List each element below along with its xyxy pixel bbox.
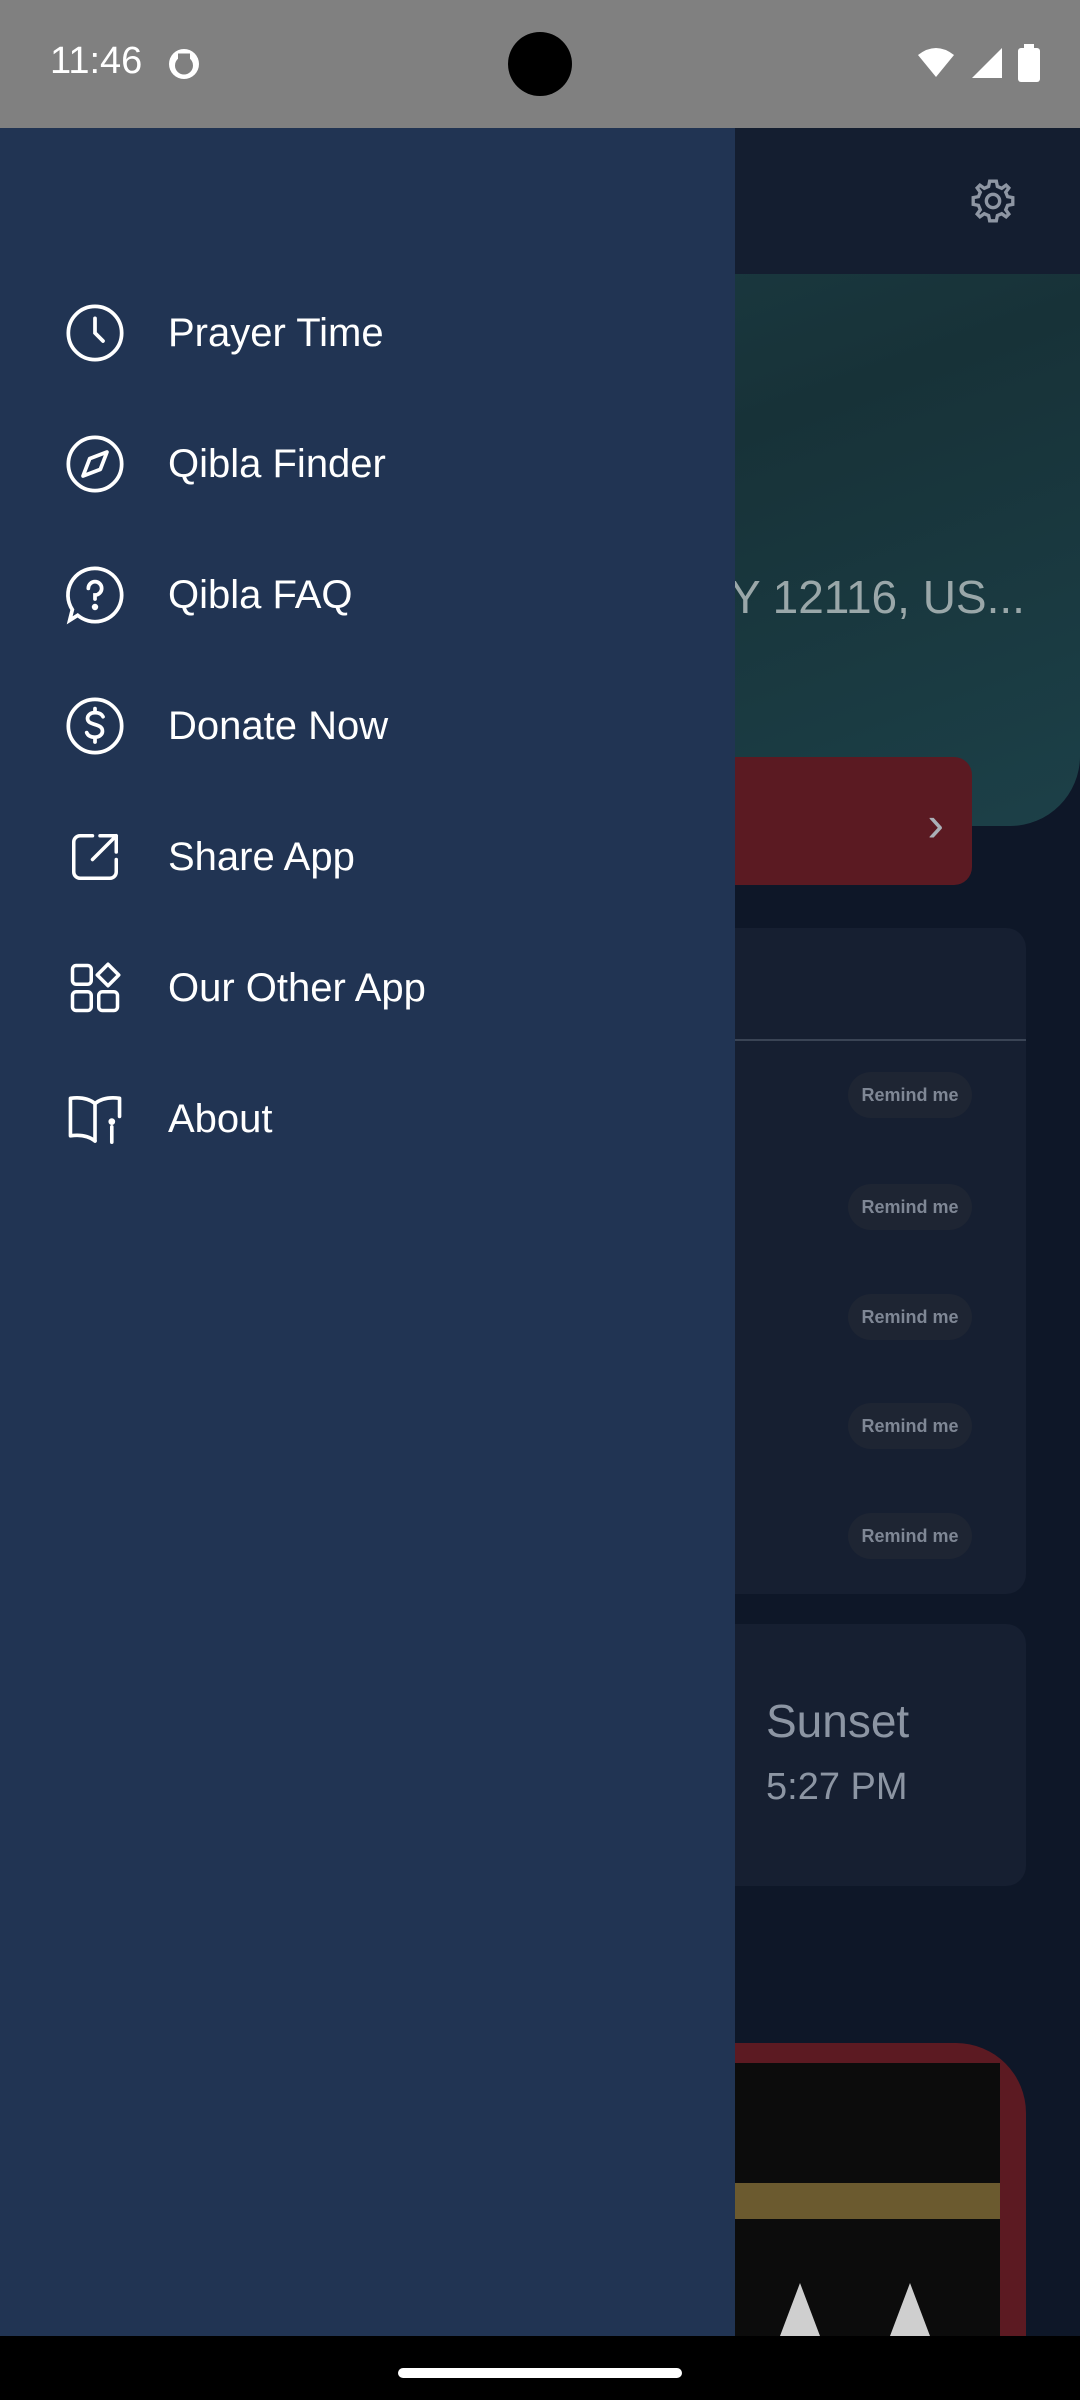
status-bar: 11:46: [0, 0, 1080, 128]
signal-icon: [972, 48, 1002, 78]
settings-gear-icon[interactable]: [968, 176, 1018, 226]
menu-item-label: Share App: [168, 834, 355, 879]
external-link-icon: [60, 822, 130, 892]
wifi-icon: [918, 48, 954, 77]
location-text: Y 12116, US...: [730, 571, 1025, 623]
battery-icon: [1018, 44, 1040, 82]
menu-item-label: Qibla FAQ: [168, 572, 353, 617]
home-gesture-handle[interactable]: [398, 2368, 682, 2378]
remind-me-button[interactable]: Remind me: [848, 1513, 972, 1559]
remind-me-button[interactable]: Remind me: [848, 1294, 972, 1340]
menu-item-about[interactable]: About: [0, 1059, 735, 1179]
apps-grid-icon: [60, 953, 130, 1023]
menu-item-our-other-app[interactable]: Our Other App: [0, 928, 735, 1048]
clock-icon: [60, 298, 130, 368]
menu-item-share-app[interactable]: Share App: [0, 797, 735, 917]
sunset-label: Sunset: [766, 1695, 910, 1747]
menu-item-label: About: [168, 1096, 273, 1141]
menu-item-qibla-faq[interactable]: Qibla FAQ: [0, 535, 735, 655]
remind-me-button[interactable]: Remind me: [848, 1184, 972, 1230]
status-icons: [916, 44, 1040, 82]
status-time: 11:46: [50, 40, 143, 82]
menu-item-prayer-time[interactable]: Prayer Time: [0, 273, 735, 393]
chevron-right-icon: ›: [927, 796, 944, 852]
sunset-time: 5:27 PM: [766, 1766, 908, 1808]
menu-item-label: Qibla Finder: [168, 441, 386, 486]
navigation-drawer: Prayer Time Qibla Finder Qibla FAQ Donat…: [0, 128, 735, 2336]
menu-item-qibla-finder[interactable]: Qibla Finder: [0, 404, 735, 524]
compass-icon: [60, 429, 130, 499]
book-info-icon: [60, 1084, 130, 1154]
menu-item-label: Prayer Time: [168, 310, 384, 355]
menu-item-label: Donate Now: [168, 703, 389, 748]
dollar-circle-icon: [60, 691, 130, 761]
help-circle-icon: [60, 560, 130, 630]
remind-me-button[interactable]: Remind me: [848, 1403, 972, 1449]
menu-item-donate-now[interactable]: Donate Now: [0, 666, 735, 786]
notification-app-icon: [169, 49, 199, 79]
camera-cutout: [508, 32, 572, 96]
menu-item-label: Our Other App: [168, 965, 426, 1010]
remind-me-button[interactable]: Remind me: [848, 1072, 972, 1118]
